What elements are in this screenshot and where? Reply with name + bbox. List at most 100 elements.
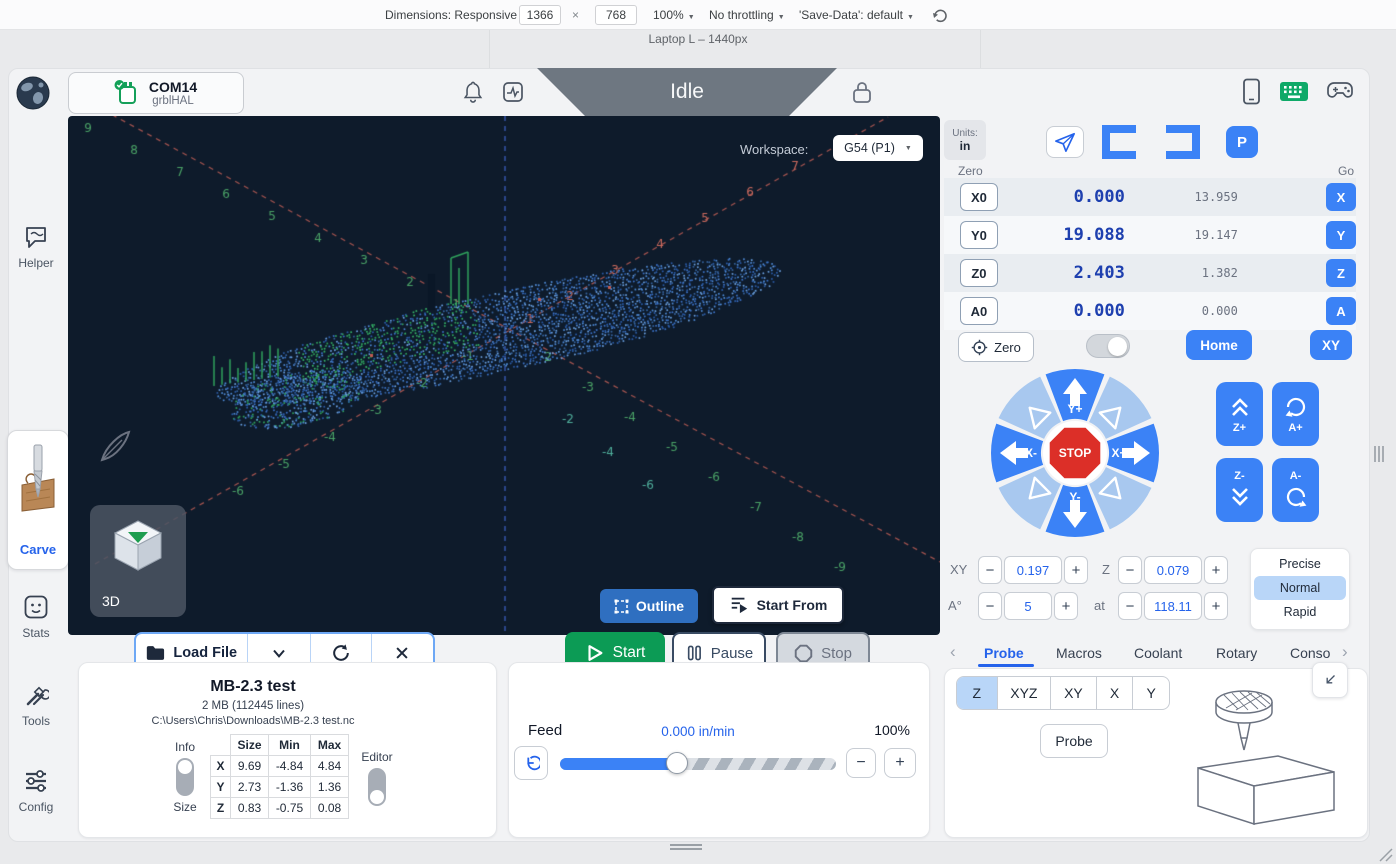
jog-z-minus-button[interactable]: Z- <box>1216 458 1263 522</box>
xy-step-decrease[interactable]: − <box>978 556 1002 584</box>
viewport-width-input[interactable] <box>519 5 561 25</box>
zero-x-button[interactable]: X0 <box>960 183 998 211</box>
speed-normal[interactable]: Normal <box>1254 576 1346 600</box>
go-y-button[interactable]: Y <box>1326 221 1356 249</box>
a-feed-increase[interactable]: + <box>1204 592 1228 620</box>
devtools-toolbar <box>0 0 1396 30</box>
home-xy-button[interactable]: XY <box>1310 330 1352 360</box>
sidebar-item-stats[interactable]: Stats <box>4 594 68 644</box>
diagnostics-icon[interactable] <box>502 81 524 103</box>
feed-increase-button[interactable]: + <box>884 748 916 778</box>
home-button[interactable]: Home <box>1186 330 1252 360</box>
dims-value: 0.08 <box>311 798 349 819</box>
pause-icon <box>685 643 703 663</box>
jog-a-plus-button[interactable]: A+ <box>1272 382 1319 446</box>
zero-y-button[interactable]: Y0 <box>960 221 998 249</box>
feed-decrease-button[interactable]: − <box>846 748 876 778</box>
z-step-increase[interactable]: + <box>1204 556 1228 584</box>
probe-mode-z[interactable]: Z <box>957 677 997 709</box>
xy-step-increase[interactable]: + <box>1064 556 1088 584</box>
notifications-bell-icon[interactable] <box>462 80 484 104</box>
jog-a-minus-button[interactable]: A- <box>1272 458 1319 522</box>
tabs-scroll-left[interactable]: ‹ <box>950 642 956 662</box>
load-file-label: Load File <box>173 645 237 661</box>
dro-row-y: Y0 19.088 19.147 Y <box>944 216 1356 254</box>
visualizer-viewport[interactable]: Workspace: G54 (P1) ▼ 3D Outline Sta <box>68 116 940 635</box>
lightweight-mode-feather-icon[interactable] <box>96 428 134 466</box>
zero-a-button[interactable]: A0 <box>960 297 998 325</box>
a-feed-decrease[interactable]: − <box>1118 592 1142 620</box>
xy-step-value[interactable]: 0.197 <box>1004 556 1062 584</box>
bottom-resize-handle[interactable] <box>670 848 702 850</box>
park-button[interactable]: P <box>1226 126 1258 158</box>
dro-toggle[interactable] <box>1086 334 1130 358</box>
table-row: Z 0.83 -0.75 0.08 <box>211 798 349 819</box>
probe-start-button[interactable]: Probe <box>1040 724 1108 758</box>
go-x-button[interactable]: X <box>1326 183 1356 211</box>
device-size-label[interactable]: Laptop L – 1440px <box>0 32 1396 46</box>
z-step-value[interactable]: 0.079 <box>1144 556 1202 584</box>
tab-macros[interactable]: Macros <box>1056 645 1102 661</box>
editor-toggle-label: Editor <box>352 750 402 764</box>
zero-all-button[interactable]: Zero <box>958 332 1034 362</box>
sidebar-item-helper[interactable]: Helper <box>4 224 68 274</box>
speed-rapid[interactable]: Rapid <box>1254 600 1346 624</box>
info-size-toggle[interactable] <box>176 758 194 796</box>
probe-mode-xyz[interactable]: XYZ <box>997 677 1051 709</box>
bottom-resize-handle[interactable] <box>670 844 702 846</box>
xy-step-label: XY <box>950 562 967 577</box>
go-a-button[interactable]: A <box>1326 297 1356 325</box>
feed-reset-button[interactable] <box>514 746 548 780</box>
devtools-zoom-menu[interactable]: 100%▼ <box>653 8 695 22</box>
limit-brackets-icon[interactable] <box>1096 124 1206 160</box>
lock-icon[interactable] <box>851 79 873 105</box>
rotate-viewport-icon[interactable] <box>931 6 949 24</box>
right-resize-handle[interactable] <box>1382 446 1384 462</box>
dims-header-max: Max <box>311 735 349 756</box>
corner-resize-grip[interactable] <box>1378 848 1394 862</box>
tabs-scroll-right[interactable]: › <box>1342 642 1348 662</box>
gamepad-icon[interactable] <box>1326 80 1354 102</box>
sidebar-item-config[interactable]: Config <box>4 768 68 818</box>
connection-widget[interactable]: COM14 grblHAL <box>68 72 244 114</box>
jog-z-plus-button[interactable]: Z+ <box>1216 382 1263 446</box>
keyboard-shortcuts-icon[interactable] <box>1279 81 1309 102</box>
tab-probe[interactable]: Probe <box>984 645 1024 661</box>
right-resize-handle[interactable] <box>1374 446 1376 462</box>
right-resize-handle[interactable] <box>1378 446 1380 462</box>
sidebar-item-carve[interactable]: Carve <box>7 430 69 570</box>
a-step-decrease[interactable]: − <box>978 592 1002 620</box>
devtools-throttling-menu[interactable]: No throttling▼ <box>709 8 785 22</box>
tab-coolant[interactable]: Coolant <box>1134 645 1182 661</box>
outline-button[interactable]: Outline <box>600 589 698 623</box>
goto-location-button[interactable] <box>1046 126 1084 158</box>
editor-toggle[interactable] <box>368 768 386 806</box>
jog-z-plus-label: Z+ <box>1233 422 1246 434</box>
a-feed-value[interactable]: 118.11 <box>1144 592 1202 620</box>
a-step-value[interactable]: 5 <box>1004 592 1052 620</box>
jog-pad[interactable]: Y+X+Y-X-STOP <box>990 368 1160 538</box>
probe-mode-y[interactable]: Y <box>1132 677 1169 709</box>
jog-axis-label: Y- <box>1069 490 1080 504</box>
start-from-button[interactable]: Start From <box>712 586 844 624</box>
tab-console[interactable]: Conso <box>1290 645 1336 661</box>
z-step-decrease[interactable]: − <box>1118 556 1142 584</box>
a-step-increase[interactable]: + <box>1054 592 1078 620</box>
viewport-height-input[interactable] <box>595 5 637 25</box>
dims-corner <box>211 735 231 756</box>
visualizer-canvas[interactable] <box>68 116 940 635</box>
probe-mode-x[interactable]: X <box>1096 677 1133 709</box>
app-logo-globe[interactable] <box>16 76 50 110</box>
go-z-button[interactable]: Z <box>1326 259 1356 287</box>
sidebar-item-tools[interactable]: Tools <box>4 682 68 732</box>
view-cube-widget[interactable]: 3D <box>90 505 186 617</box>
probe-mode-xy[interactable]: XY <box>1050 677 1096 709</box>
mobile-device-icon[interactable] <box>1242 78 1261 105</box>
workspace-select[interactable]: G54 (P1) ▼ <box>833 135 923 161</box>
tab-rotary[interactable]: Rotary <box>1216 645 1257 661</box>
devtools-dimensions-menu[interactable]: Dimensions: Responsive▼ <box>385 8 528 22</box>
devtools-savedata-menu[interactable]: 'Save-Data': default▼ <box>799 8 914 22</box>
speed-precise[interactable]: Precise <box>1254 552 1346 576</box>
feed-slider-knob[interactable] <box>666 752 688 774</box>
zero-z-button[interactable]: Z0 <box>960 259 998 287</box>
